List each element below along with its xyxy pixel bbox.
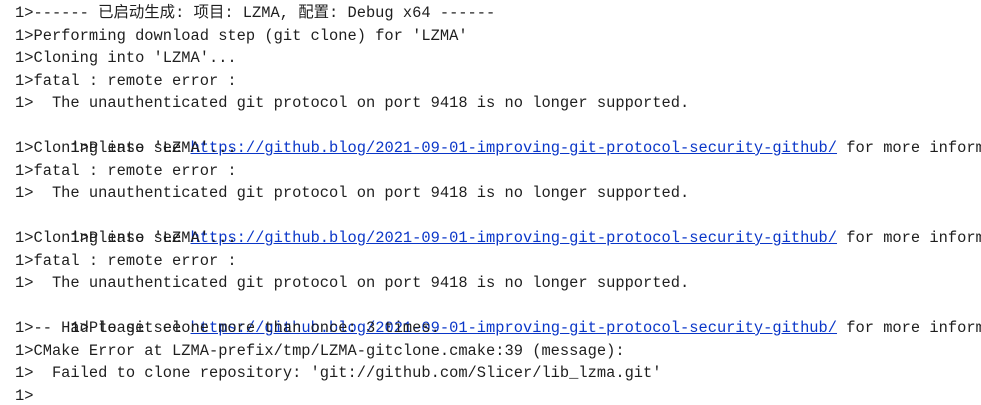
output-line: 1>fatal : remote error :: [15, 71, 237, 90]
github-blog-link[interactable]: https://github.blog/2021-09-01-improving…: [191, 229, 838, 247]
output-line: 1> The unauthenticated git protocol on p…: [15, 274, 690, 292]
output-line: 1> The unauthenticated git protocol on p…: [15, 184, 690, 202]
output-line-with-link: 1>Please see https://github.blog/2021-09…: [15, 115, 981, 157]
output-line: 1>Cloning into 'LZMA'...: [15, 49, 237, 67]
line-suffix: for more information.: [846, 139, 981, 157]
output-line: 1>Performing download step (git clone) f…: [15, 26, 468, 45]
output-line: 1> Failed to clone repository: 'git://gi…: [15, 364, 662, 382]
output-line: 1>fatal : remote error :: [15, 161, 237, 180]
line-suffix: for more information.: [846, 229, 981, 247]
line-suffix: for more information.: [846, 319, 981, 337]
output-lines: 1>------ 已启动生成: 项目: LZMA, 配置: Debug x64 …: [15, 2, 981, 405]
output-line: 1>------ 已启动生成: 项目: LZMA, 配置: Debug x64 …: [15, 4, 496, 22]
output-line: 1>: [15, 386, 34, 405]
output-line: 1> The unauthenticated git protocol on p…: [15, 94, 690, 112]
github-blog-link[interactable]: https://github.blog/2021-09-01-improving…: [191, 139, 838, 157]
output-line: 1>fatal : remote error :: [15, 251, 237, 270]
output-line-with-link: 1>Please see https://github.blog/2021-09…: [15, 295, 981, 337]
output-line-with-link: 1>Please see https://github.blog/2021-09…: [15, 205, 981, 247]
output-line: 1>CMake Error at LZMA-prefix/tmp/LZMA-gi…: [15, 341, 625, 360]
build-output-pane[interactable]: 1>------ 已启动生成: 项目: LZMA, 配置: Debug x64 …: [0, 0, 981, 405]
